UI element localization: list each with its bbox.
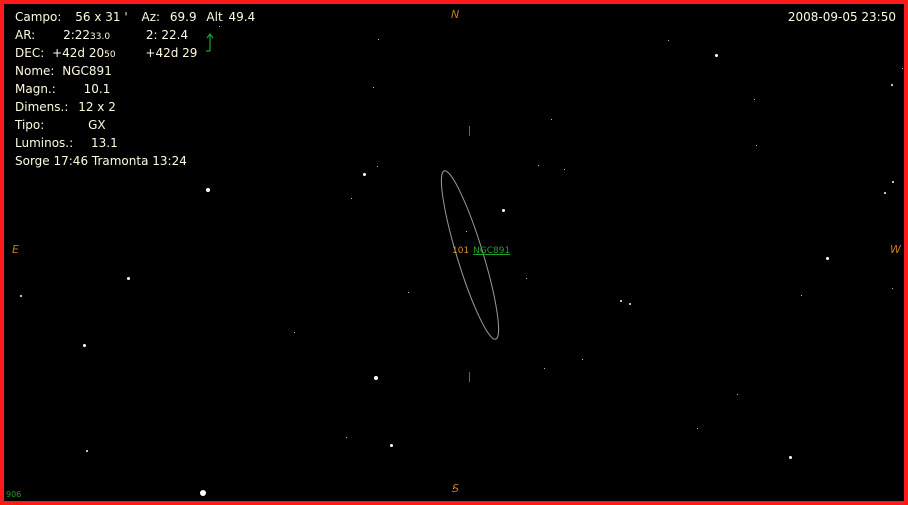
- star: [550, 118, 552, 120]
- star: [753, 98, 755, 100]
- star: [86, 450, 88, 452]
- star: [696, 427, 698, 429]
- star: [581, 358, 583, 360]
- star: [537, 164, 539, 166]
- sky-map-window[interactable]: Campo: 56 x 31 ' Az: 69.9 Alt 49.4 AR: 2…: [0, 0, 908, 505]
- star: [525, 277, 527, 279]
- star: [350, 197, 352, 199]
- star: [407, 291, 409, 293]
- star: [755, 144, 757, 146]
- star: [543, 367, 545, 369]
- star: [825, 256, 829, 260]
- star: [465, 230, 467, 232]
- star: [452, 487, 454, 489]
- star: [374, 376, 378, 380]
- star: [218, 25, 220, 27]
- star: [82, 343, 86, 347]
- star: [563, 168, 565, 170]
- star: [293, 331, 295, 333]
- star: [629, 303, 631, 305]
- star: [891, 84, 893, 86]
- star: [126, 276, 130, 280]
- star: [372, 86, 374, 88]
- star: [20, 295, 22, 297]
- star: [389, 443, 393, 447]
- star: [884, 192, 886, 194]
- star: [891, 287, 893, 289]
- star: [345, 436, 347, 438]
- object-magnitude-label: 101: [452, 246, 470, 256]
- star: [501, 208, 505, 212]
- star: [620, 300, 622, 302]
- corner-label: 906: [6, 490, 22, 499]
- star: [200, 490, 206, 496]
- star: [377, 38, 379, 40]
- star: [376, 165, 378, 167]
- object-name-label[interactable]: NGC891: [473, 246, 510, 256]
- star: [736, 393, 738, 395]
- star: [362, 172, 366, 176]
- star: [800, 294, 802, 296]
- star: [667, 39, 669, 41]
- star: [714, 53, 718, 57]
- star: [206, 188, 210, 192]
- star: [901, 67, 903, 69]
- star: [892, 181, 894, 183]
- star: [788, 455, 792, 459]
